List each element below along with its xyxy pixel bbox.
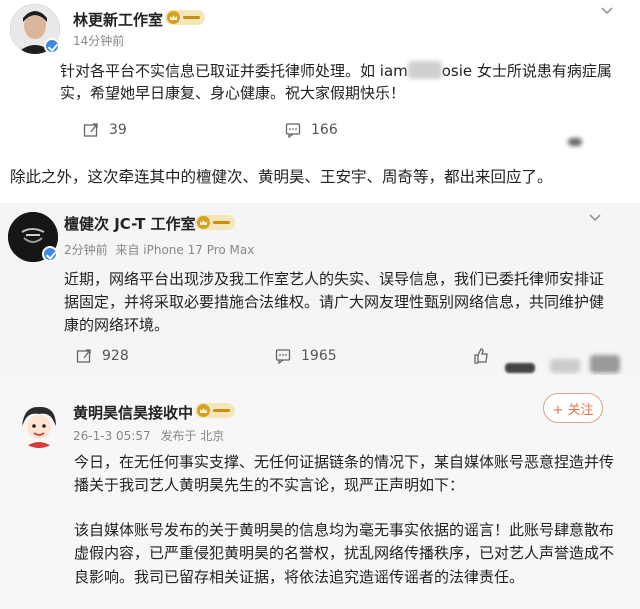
follow-button[interactable]: + 关注	[543, 393, 603, 423]
comment-icon	[275, 349, 291, 364]
redacted-blur	[505, 363, 535, 373]
post-text-segment: 针对各平台不实信息已取证并委托律师处理。如 iam	[60, 62, 408, 80]
redacted-blur	[568, 138, 582, 146]
post-text-line: 实，希望她早日康复、身心健康。祝大家假期快乐！	[60, 84, 406, 102]
comment-count: 1965	[301, 348, 337, 364]
like-button[interactable]	[473, 348, 489, 364]
crown-badge-icon	[195, 403, 235, 418]
post-meta: 26-1-3 05:57 发布于 北京	[73, 427, 224, 444]
narration-text: 除此之外，这次牵连其中的檀健次、黄明昊、王安宇、周奇等，都出来回应了。	[10, 168, 553, 186]
chevron-down-icon[interactable]	[600, 4, 614, 18]
comment-count: 166	[311, 122, 338, 138]
redacted-blur	[550, 359, 580, 373]
article-paragraph: 除此之外，这次牵连其中的檀健次、黄明昊、王安宇、周奇等，都出来回应了。	[0, 150, 640, 203]
weibo-post-linshengxin: 林更新工作室 14分钟前 针对各平台不实信息已取证并委托律师处理。如 iam os…	[0, 0, 640, 150]
post-source: 来自 iPhone 17 Pro Max	[115, 243, 255, 257]
crown-badge-icon	[165, 10, 205, 25]
post-time: 14分钟前	[73, 34, 125, 48]
post-text-line: 播关于我司艺人黄明昊先生的不实言论，现严正声明如下：	[74, 476, 465, 494]
author-name[interactable]: 黄明昊信昊接收中	[73, 402, 193, 423]
weibo-post-tanjianci: 檀健次 JC-T 工作室 2分钟前 来自 iPhone 17 Pro Max 近…	[0, 203, 640, 375]
post-meta: 2分钟前 来自 iPhone 17 Pro Max	[64, 241, 254, 258]
avatar-huangminghao[interactable]	[16, 402, 62, 448]
repost-icon	[76, 349, 91, 363]
author-name[interactable]: 林更新工作室	[73, 9, 163, 30]
post-location: 发布于 北京	[160, 429, 225, 443]
comment-button[interactable]: 1965	[275, 348, 337, 364]
post-text-segment: osie 女士所说患有病症属	[441, 62, 612, 80]
repost-button[interactable]: 39	[83, 122, 127, 138]
verified-badge-icon	[42, 246, 58, 262]
redacted-blur	[590, 355, 620, 373]
comment-button[interactable]: 166	[285, 122, 338, 138]
repost-icon	[83, 123, 98, 137]
repost-count: 928	[102, 348, 129, 364]
post-time: 26-1-3 05:57	[73, 429, 151, 443]
post-text-line: 康的网络环境。	[64, 316, 170, 334]
chevron-down-icon[interactable]	[588, 211, 602, 225]
comment-icon	[285, 123, 301, 138]
repost-button[interactable]: 928	[76, 348, 129, 364]
crown-badge-icon	[195, 215, 235, 230]
redacted-blur	[407, 61, 442, 79]
verified-badge-icon	[44, 38, 60, 54]
repost-count: 39	[109, 122, 127, 138]
author-name[interactable]: 檀健次 JC-T 工作室	[64, 213, 196, 234]
post-text-line: 良影响。我司已留存相关证据，将依法追究造谣传谣者的法律责任。	[74, 568, 525, 586]
post-time: 2分钟前	[64, 243, 108, 257]
post-text-line: 虚假内容，已严重侵犯黄明昊的名誉权，扰乱网络传播秩序，已对艺人声誉造成不	[74, 544, 615, 562]
thumbs-up-icon	[474, 348, 488, 364]
